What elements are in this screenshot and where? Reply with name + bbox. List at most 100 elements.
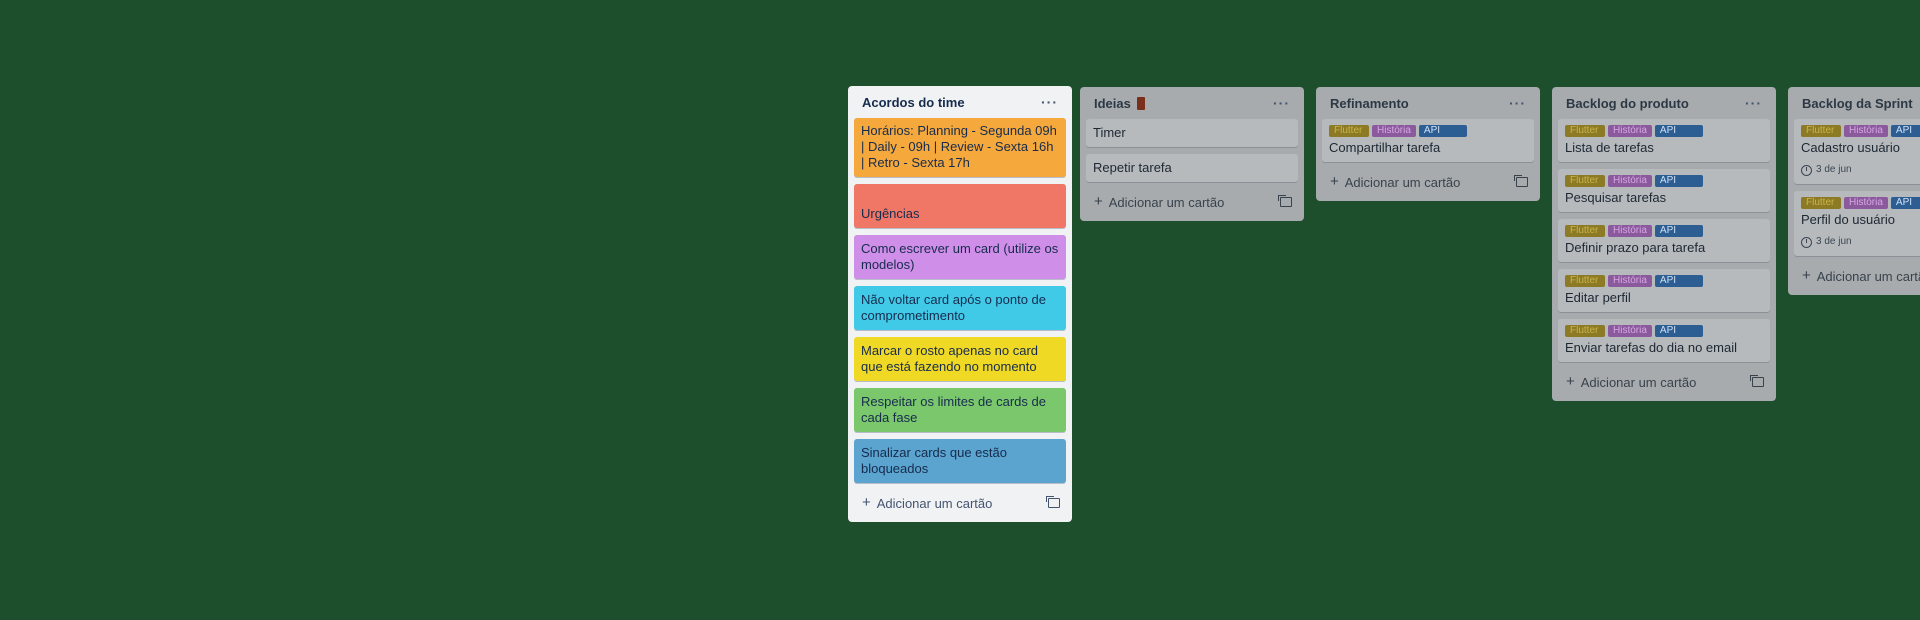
card-urgencias[interactable]: Urgências: [854, 184, 1066, 228]
card-enviar-tarefas-email[interactable]: Flutter História API Enviar tarefas do d…: [1558, 319, 1770, 362]
card-title: Editar perfil: [1565, 290, 1631, 305]
label-flutter: Flutter: [1801, 197, 1841, 209]
ellipsis-icon[interactable]: ···: [1271, 95, 1292, 111]
card-title: Enviar tarefas do dia no email: [1565, 340, 1737, 355]
card-title: Cadastro usuário: [1801, 140, 1900, 155]
plus-icon: +: [1566, 373, 1575, 390]
add-card-label: Adicionar um cartão: [876, 495, 993, 511]
label-historia: História: [1608, 325, 1652, 337]
card-template-icon[interactable]: [1046, 496, 1060, 508]
clock-icon: [1801, 164, 1812, 176]
label-flutter: Flutter: [1565, 325, 1605, 337]
card-title: Respeitar os limites de cards de cada fa…: [861, 394, 1046, 425]
add-card-label: Adicionar um cartão: [1108, 194, 1225, 210]
card-labels: Flutter História API: [1565, 275, 1763, 287]
ellipsis-icon[interactable]: ···: [1743, 95, 1764, 111]
label-flutter: Flutter: [1801, 125, 1841, 137]
card-sinalizar-bloqueados[interactable]: Sinalizar cards que estão bloqueados: [854, 439, 1066, 483]
card-template-icon[interactable]: [1278, 195, 1292, 207]
card-title: Marcar o rosto apenas no card que está f…: [861, 343, 1039, 374]
card-nao-voltar[interactable]: Não voltar card após o ponto de comprome…: [854, 286, 1066, 330]
label-historia: História: [1844, 125, 1888, 137]
add-card-label: Adicionar um cartão: [1344, 174, 1461, 190]
plus-icon: +: [862, 494, 871, 511]
list-backlog-do-produto: Backlog do produto ··· Flutter História …: [1552, 87, 1776, 401]
card-compartilhar-tarefa[interactable]: Flutter História API Compartilhar tarefa: [1322, 119, 1534, 162]
clock-icon: [1801, 236, 1812, 248]
add-card-button[interactable]: + Adicionar um cartão: [854, 490, 1066, 516]
card-title: Horários: Planning - Segunda 09h | Daily…: [861, 123, 1057, 170]
add-card-button[interactable]: + Adicionar um cartão: [1794, 263, 1920, 289]
label-flutter: Flutter: [1565, 225, 1605, 237]
card-labels: Flutter História API: [1801, 125, 1920, 137]
ellipsis-icon[interactable]: ···: [1507, 95, 1528, 111]
card-title: Repetir tarefa: [1093, 160, 1172, 175]
due-date: 3 de jun: [1816, 164, 1852, 175]
card-title: Pesquisar tarefas: [1565, 190, 1667, 205]
label-historia: História: [1608, 225, 1652, 237]
card-horarios[interactable]: Horários: Planning - Segunda 09h | Daily…: [854, 118, 1066, 177]
card-timer[interactable]: Timer: [1086, 119, 1298, 147]
card-title: Perfil do usuário: [1801, 212, 1895, 227]
label-api: API: [1890, 125, 1920, 137]
due-date: 3 de jun: [1816, 236, 1852, 247]
card-definir-prazo[interactable]: Flutter História API Definir prazo para …: [1558, 219, 1770, 262]
list-header[interactable]: Ideias ···: [1086, 87, 1298, 119]
label-api: API: [1654, 325, 1703, 337]
list-title[interactable]: Ideias: [1094, 96, 1131, 111]
list-title[interactable]: Acordos do time: [862, 95, 965, 110]
card-como-escrever[interactable]: Como escrever um card (utilize os modelo…: [854, 235, 1066, 279]
card-template-icon[interactable]: [1514, 175, 1528, 187]
due-date-badge: 3 de jun: [1801, 234, 1920, 250]
list-ideias: Ideias ··· Timer Repetir tarefa + Adicion…: [1080, 87, 1304, 221]
list-title[interactable]: Backlog da Sprint: [1802, 96, 1913, 111]
card-labels: Flutter História API: [1565, 225, 1763, 237]
list-title[interactable]: Refinamento: [1330, 96, 1409, 111]
card-title: Compartilhar tarefa: [1329, 140, 1441, 155]
card-title: Timer: [1093, 125, 1126, 140]
card-template-icon[interactable]: [1750, 375, 1764, 387]
label-flutter: Flutter: [1565, 125, 1605, 137]
card-repetir-tarefa[interactable]: Repetir tarefa: [1086, 154, 1298, 182]
card-title: Sinalizar cards que estão bloqueados: [861, 445, 1007, 476]
card-title: Lista de tarefas: [1565, 140, 1654, 155]
list-acordos-do-time: Acordos do time ··· Horários: Planning -…: [848, 86, 1072, 522]
card-marcar-rosto[interactable]: Marcar o rosto apenas no card que está f…: [854, 337, 1066, 381]
ellipsis-icon[interactable]: ···: [1039, 94, 1060, 110]
card-pesquisar-tarefas[interactable]: Flutter História API Pesquisar tarefas: [1558, 169, 1770, 212]
card-labels: Flutter História API: [1565, 175, 1763, 187]
list-title[interactable]: Backlog do produto: [1566, 96, 1689, 111]
bookmark-icon: [1136, 96, 1145, 110]
card-perfil-do-usuario[interactable]: Flutter História API Perfil do usuário 3…: [1794, 191, 1920, 256]
card-labels: Flutter História API: [1565, 325, 1763, 337]
card-labels: Flutter História API: [1329, 125, 1527, 137]
board: Acordos do time ··· Horários: Planning -…: [0, 0, 1920, 620]
list-backlog-da-sprint: Backlog da Sprint ··· Flutter História A…: [1788, 87, 1920, 295]
add-card-button[interactable]: + Adicionar um cartão: [1558, 369, 1770, 395]
card-labels: Flutter História API: [1801, 197, 1920, 209]
list-header[interactable]: Backlog do produto ···: [1558, 87, 1770, 119]
card-title: Urgências: [861, 206, 920, 221]
list-refinamento: Refinamento ··· Flutter História API Com…: [1316, 87, 1540, 201]
label-flutter: Flutter: [1565, 175, 1605, 187]
card-title: Não voltar card após o ponto de comprome…: [861, 292, 1047, 323]
label-flutter: Flutter: [1329, 125, 1369, 137]
card-cadastro-usuario[interactable]: Flutter História API Cadastro usuário 3 …: [1794, 119, 1920, 184]
list-header[interactable]: Backlog da Sprint ···: [1794, 87, 1920, 119]
label-api: API: [1890, 197, 1920, 209]
card-lista-de-tarefas[interactable]: Flutter História API Lista de tarefas: [1558, 119, 1770, 162]
card-labels: Flutter História API: [1565, 125, 1763, 137]
label-api: API: [1654, 175, 1703, 187]
label-api: API: [1654, 225, 1703, 237]
card-editar-perfil[interactable]: Flutter História API Editar perfil: [1558, 269, 1770, 312]
list-header[interactable]: Refinamento ···: [1322, 87, 1534, 119]
card-title: Como escrever um card (utilize os modelo…: [861, 241, 1059, 272]
label-api: API: [1654, 125, 1703, 137]
list-header[interactable]: Acordos do time ···: [854, 86, 1066, 118]
add-card-label: Adicionar um cartão: [1580, 374, 1697, 390]
add-card-button[interactable]: + Adicionar um cartão: [1086, 189, 1298, 215]
label-historia: História: [1608, 125, 1652, 137]
label-api: API: [1418, 125, 1467, 137]
card-respeitar-limites[interactable]: Respeitar os limites de cards de cada fa…: [854, 388, 1066, 432]
add-card-button[interactable]: + Adicionar um cartão: [1322, 169, 1534, 195]
